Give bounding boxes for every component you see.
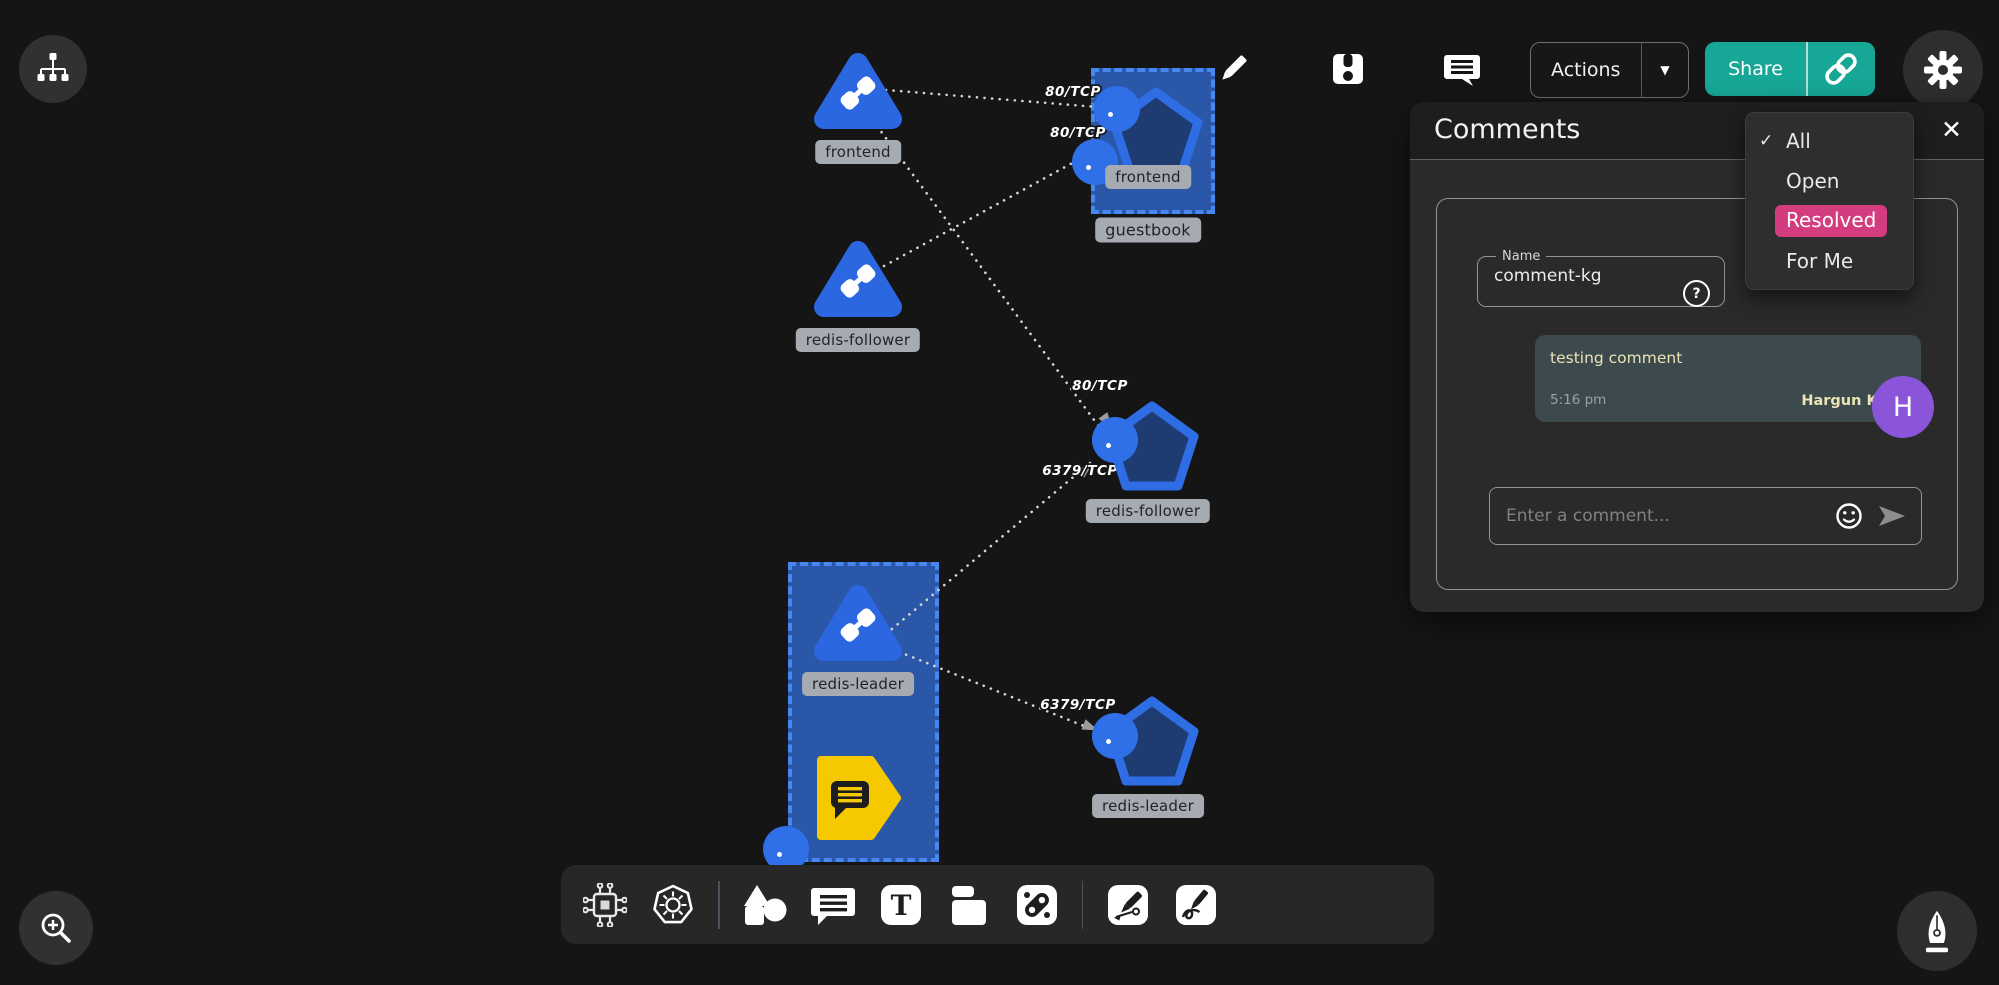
pen-tool-icon	[1106, 883, 1150, 927]
comment-text: testing comment	[1550, 349, 1682, 367]
architecture-icon	[583, 883, 627, 927]
close-icon[interactable]: ✕	[1941, 115, 1962, 144]
kubernetes-icon	[650, 882, 696, 928]
node-label: redis-leader	[802, 672, 914, 696]
port-circle[interactable]	[1092, 417, 1138, 463]
filter-option-resolved[interactable]: Resolved	[1746, 201, 1913, 241]
service-node-redis-follower[interactable]	[810, 237, 906, 329]
tool-pencil[interactable]	[1173, 882, 1219, 928]
service-triangle	[810, 581, 906, 669]
filter-option-all[interactable]: ✓ All	[1746, 121, 1913, 161]
filter-option-label-highlighted: Resolved	[1775, 205, 1887, 237]
comment-bubble[interactable]: testing comment 5:16 pm Hargun Kaur	[1535, 335, 1921, 422]
service-node-redis-leader[interactable]	[810, 581, 906, 673]
comments-panel-title: Comments	[1434, 114, 1580, 145]
tool-frame[interactable]	[946, 882, 992, 928]
shapes-icon	[742, 882, 788, 928]
node-label: redis-leader	[1092, 794, 1204, 818]
app-canvas: 80/TCP80/TCP80/TCP6379/TCP6379/TCP front…	[0, 0, 1999, 985]
toolbar-divider	[1082, 881, 1084, 929]
node-label: frontend	[815, 140, 901, 164]
tool-shapes[interactable]	[742, 882, 788, 928]
toolbar-divider	[718, 881, 720, 929]
comment-timestamp: 5:16 pm	[1550, 392, 1606, 408]
comment-name-value: comment-kg	[1494, 266, 1602, 286]
send-button[interactable]	[1877, 504, 1907, 528]
check-icon: ✓	[1759, 131, 1786, 151]
comment-input[interactable]: Enter a comment...	[1489, 487, 1922, 545]
comment-input-placeholder: Enter a comment...	[1490, 506, 1835, 526]
svg-text:T: T	[890, 889, 911, 922]
port-circle[interactable]	[1092, 713, 1138, 759]
service-node-frontend[interactable]	[810, 49, 906, 141]
comment-tool-icon	[810, 883, 856, 927]
tool-comment[interactable]	[810, 882, 856, 928]
filter-option-label: Open	[1786, 169, 1839, 193]
comment-name-field[interactable]: Name comment-kg ?	[1477, 249, 1725, 307]
tool-architecture[interactable]	[582, 882, 628, 928]
node-label: redis-follower	[796, 328, 920, 352]
comment-marker-icon	[813, 753, 901, 843]
avatar: H	[1872, 376, 1934, 438]
bottom-toolbar: T	[561, 865, 1434, 944]
filter-option-label: For Me	[1786, 249, 1853, 273]
group-label: guestbook	[1095, 218, 1201, 243]
connector-tool-icon	[1015, 883, 1059, 927]
tool-connector[interactable]	[1014, 882, 1060, 928]
filter-option-label: All	[1786, 129, 1811, 153]
service-triangle	[810, 49, 906, 137]
comments-filter-dropdown: ✓ All Open Resolved For Me	[1745, 112, 1914, 290]
text-tool-icon: T	[879, 883, 923, 927]
send-icon	[1877, 504, 1907, 528]
filter-option-open[interactable]: Open	[1746, 161, 1913, 201]
node-label: frontend	[1105, 165, 1191, 189]
filter-option-for-me[interactable]: For Me	[1746, 241, 1913, 281]
tool-pen[interactable]	[1105, 882, 1151, 928]
comment-marker[interactable]	[813, 753, 901, 847]
pencil-tool-icon	[1174, 883, 1218, 927]
node-label: redis-follower	[1086, 499, 1210, 523]
tool-kubernetes[interactable]	[650, 882, 696, 928]
service-triangle	[810, 237, 906, 325]
smiley-icon	[1835, 502, 1863, 530]
port-circle[interactable]	[1094, 86, 1140, 132]
tool-text[interactable]: T	[878, 882, 924, 928]
frame-tool-icon	[946, 883, 992, 927]
comment-name-label: Name	[1496, 249, 1546, 264]
emoji-button[interactable]	[1835, 502, 1863, 530]
help-icon[interactable]: ?	[1683, 280, 1710, 307]
